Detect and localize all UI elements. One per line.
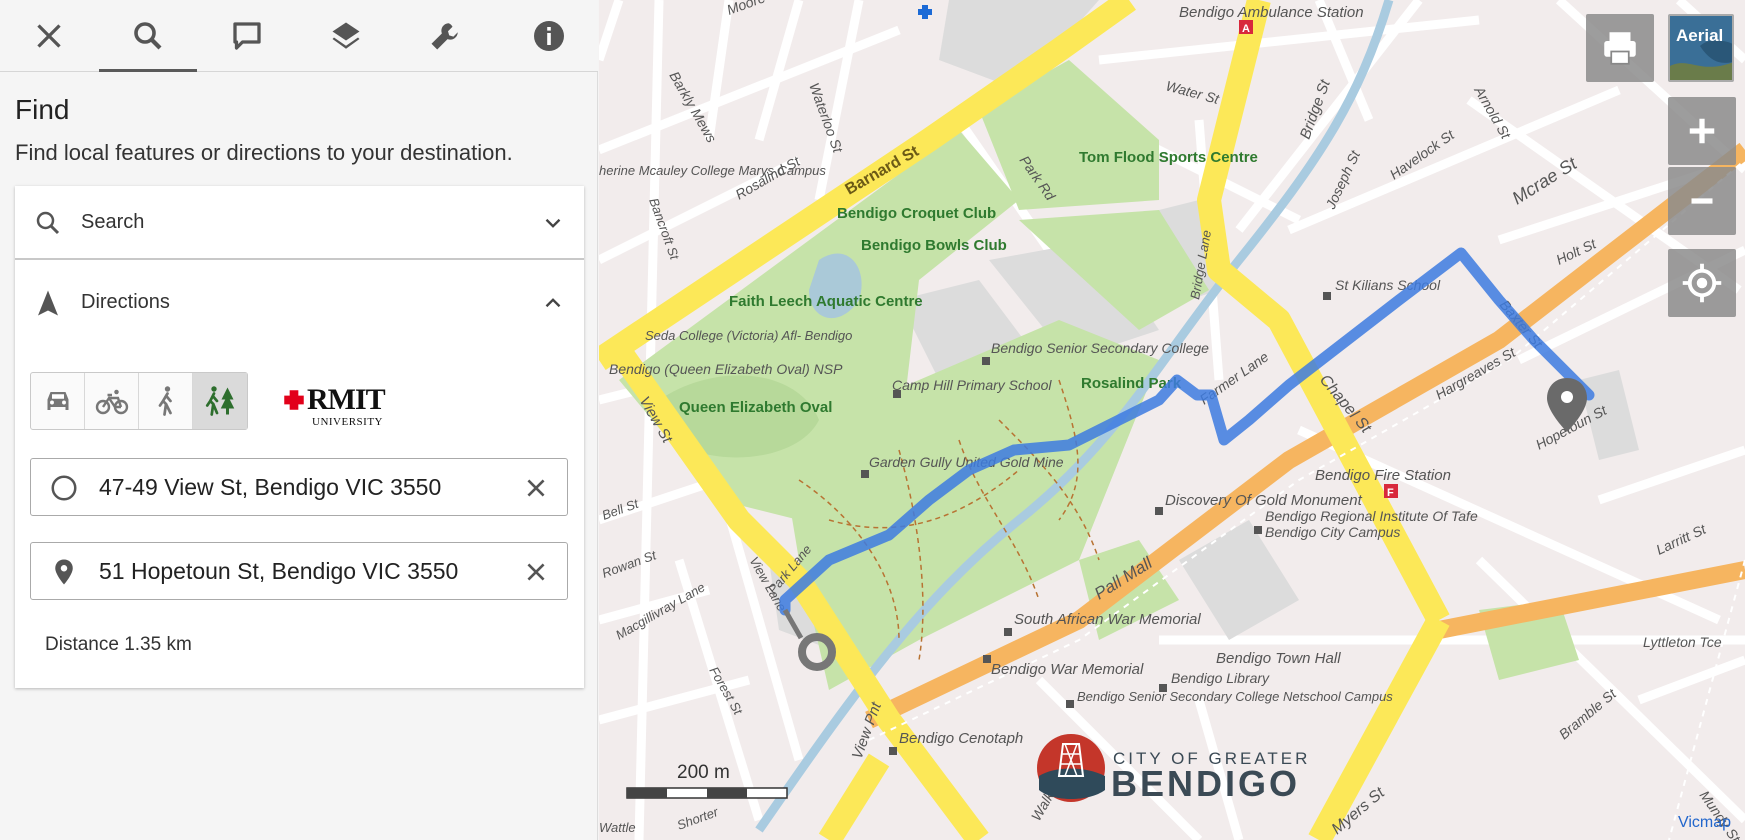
map-label: Bendigo Town Hall xyxy=(1216,650,1341,667)
svg-text:F: F xyxy=(1387,487,1394,499)
map-label: Tom Flood Sports Centre xyxy=(1079,149,1258,166)
toolbar xyxy=(0,0,598,72)
page-description: Find local features or directions to you… xyxy=(15,140,513,165)
comment-button[interactable] xyxy=(198,0,296,72)
search-icon xyxy=(36,211,60,235)
layers-button[interactable] xyxy=(297,0,395,72)
scale-label: 200 m xyxy=(677,762,730,783)
search-tool-button[interactable] xyxy=(99,0,197,72)
tools-button[interactable] xyxy=(396,0,494,72)
map-label: Bendigo Bowls Club xyxy=(861,237,1007,254)
mode-walk-button[interactable] xyxy=(139,373,193,429)
map-label: Seda College (Victoria) Afl- Bendigo xyxy=(645,328,852,343)
page-title: Find xyxy=(15,94,70,125)
chevron-down-icon xyxy=(545,218,561,228)
car-icon xyxy=(47,392,68,410)
map-label: Faith Leech Aquatic Centre xyxy=(729,293,923,310)
map-label: Bendigo City Campus xyxy=(1265,524,1400,540)
map-label: Lyttleton Tce xyxy=(1643,634,1722,650)
map-attribution[interactable]: Vicmap xyxy=(1678,814,1731,832)
zoom-in-button[interactable] xyxy=(1668,97,1736,165)
route-distance: Distance 1.35 km xyxy=(45,634,192,655)
travel-mode-selector xyxy=(30,372,248,430)
map-label: Bendigo Library xyxy=(1171,670,1270,686)
map-label: Bendigo War Memorial xyxy=(991,661,1144,678)
map-label: Bendigo Fire Station xyxy=(1315,467,1451,484)
print-button[interactable] xyxy=(1586,14,1654,82)
zoom-out-button[interactable] xyxy=(1668,167,1736,235)
bendigo-logo-mark: CITY OF GREATER BENDIGO xyxy=(1037,734,1307,804)
close-button[interactable] xyxy=(0,0,98,72)
chevron-up-icon xyxy=(545,298,561,308)
clear-destination-icon[interactable] xyxy=(523,559,549,585)
directions-accordion-label: Directions xyxy=(81,290,170,313)
search-accordion-label: Search xyxy=(81,210,145,233)
directions-accordion-header[interactable]: Directions xyxy=(15,262,584,342)
destination-field[interactable]: 51 Hopetoun St, Bendigo VIC 3550 xyxy=(30,542,568,600)
find-card: Search Directions RMIT UNIVERSITY 47-49 … xyxy=(15,186,584,688)
map-label: Bendigo Senior Secondary College Netscho… xyxy=(1077,689,1393,704)
clear-origin-icon[interactable] xyxy=(523,475,549,501)
city-logo: CITY OF GREATER BENDIGO xyxy=(1035,730,1325,825)
map-label: Bendigo Regional Institute Of Tafe xyxy=(1265,508,1478,524)
origin-circle-icon xyxy=(51,475,77,501)
origin-value: 47-49 View St, Bendigo VIC 3550 xyxy=(99,474,442,500)
layers-icon xyxy=(332,22,360,49)
info-button[interactable] xyxy=(500,0,598,72)
svg-text:A: A xyxy=(1242,23,1250,35)
map-label: Bendigo Ambulance Station xyxy=(1179,4,1364,21)
bicycle-icon xyxy=(95,389,128,415)
location-pin-icon xyxy=(55,559,73,585)
map-label: Bendigo Cenotaph xyxy=(899,730,1023,747)
map-label: herine Mcauley College Marys Campus xyxy=(599,163,826,178)
map-view[interactable]: Bendigo Ambulance Station Water St Moore… xyxy=(599,0,1745,840)
map-label: Discovery Of Gold Monument xyxy=(1165,492,1363,509)
search-accordion-header[interactable]: Search xyxy=(15,186,584,260)
map-label: Camp Hill Primary School xyxy=(892,377,1052,393)
wrench-icon xyxy=(431,23,458,50)
comment-icon xyxy=(233,22,261,50)
navigation-arrow-icon xyxy=(38,290,58,316)
map-label: Bendigo Croquet Club xyxy=(837,205,996,222)
scale-bar xyxy=(626,787,788,799)
printer-icon xyxy=(1604,32,1636,65)
aerial-basemap-button[interactable]: Aerial xyxy=(1668,14,1734,82)
plus-icon xyxy=(1689,118,1715,144)
walk-icon xyxy=(158,386,172,416)
map-label: Bendigo Senior Secondary College xyxy=(991,340,1209,356)
map-canvas[interactable]: Bendigo Ambulance Station Water St Moore… xyxy=(599,0,1745,840)
map-label: Queen Elizabeth Oval xyxy=(679,399,832,416)
aerial-label: Aerial xyxy=(1676,26,1724,45)
app-root: Find Find local features or directions t… xyxy=(0,0,1745,840)
locate-me-button[interactable] xyxy=(1668,249,1736,317)
close-icon xyxy=(37,24,61,48)
crosshair-icon xyxy=(1682,263,1722,303)
rmit-sub: UNIVERSITY xyxy=(312,416,383,428)
rmit-name: RMIT xyxy=(307,383,386,416)
rmit-pixel-icon xyxy=(284,390,304,410)
map-label: South African War Memorial xyxy=(1014,611,1201,628)
find-panel: Find Find local features or directions t… xyxy=(0,0,598,840)
mode-bicycle-button[interactable] xyxy=(85,373,139,429)
map-label: Bendigo (Queen Elizabeth Oval) NSP xyxy=(609,361,843,377)
mode-bushwalk-button[interactable] xyxy=(193,373,247,429)
destination-value: 51 Hopetoun St, Bendigo VIC 3550 xyxy=(99,558,459,584)
mode-car-button[interactable] xyxy=(31,373,85,429)
info-icon xyxy=(534,21,564,51)
map-label: Wattle xyxy=(599,820,636,835)
rmit-logo: RMIT UNIVERSITY xyxy=(281,383,386,428)
origin-field[interactable]: 47-49 View St, Bendigo VIC 3550 xyxy=(30,458,568,516)
minus-icon xyxy=(1691,198,1713,204)
bushwalk-icon xyxy=(205,386,235,416)
search-icon xyxy=(134,22,162,50)
logo-line2: BENDIGO xyxy=(1111,763,1300,804)
